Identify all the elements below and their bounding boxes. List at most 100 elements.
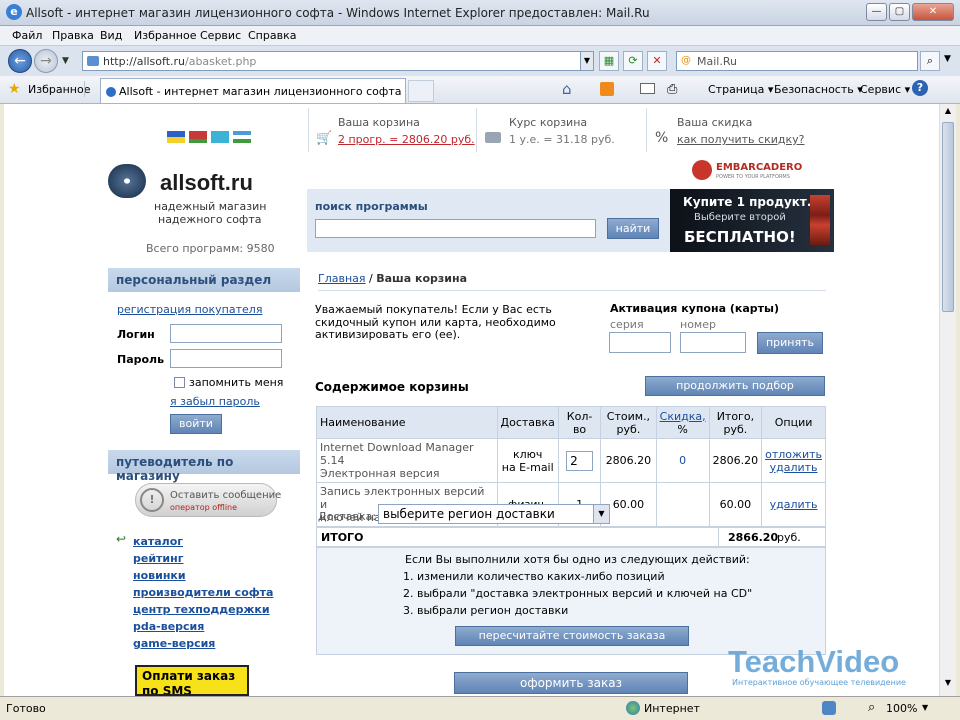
login-button[interactable]: войти — [170, 414, 222, 434]
breadcrumb-separator: / — [369, 272, 373, 285]
print-icon[interactable]: ⎙ — [667, 82, 677, 97]
notice-item-1: 1. изменили количество каких-либо позици… — [403, 570, 665, 583]
menu-help[interactable]: Справка — [248, 29, 296, 42]
refresh-icon[interactable]: ⟳ — [623, 51, 643, 71]
disc-logo-icon — [108, 164, 146, 198]
mail-icon[interactable] — [640, 83, 655, 94]
nav-support[interactable]: центр техподдержки — [133, 603, 270, 616]
browser-tab[interactable]: Allsoft - интернет магазин лицензионного… — [100, 78, 406, 103]
history-dropdown-icon[interactable]: ▼ — [62, 56, 69, 66]
embarcadero-name: EMBARCADERO — [716, 162, 803, 173]
col-qty: Кол-во — [557, 406, 602, 439]
remember-label: запомнить меня — [189, 376, 284, 389]
page-menu[interactable]: Страница ▾ — [708, 83, 773, 96]
stop-icon[interactable]: ✕ — [647, 51, 667, 71]
col-delivery: Доставка — [496, 406, 559, 439]
recalculate-button[interactable]: пересчитайте стоимость заказа — [455, 626, 689, 646]
flag-uz-icon[interactable] — [233, 131, 251, 143]
scroll-up-icon[interactable]: ▲ — [941, 106, 955, 120]
menu-view[interactable]: Вид — [100, 29, 122, 42]
zoom-icon[interactable]: ⌕ — [868, 700, 875, 715]
col-total: Итого, руб. — [708, 406, 763, 439]
sms-payment-banner[interactable]: Оплати заказ по SMS — [135, 665, 249, 696]
promo-banner[interactable]: Купите 1 продукт.. Выберите второй БЕСПЛ… — [670, 189, 834, 252]
favorites-button[interactable]: Избранное — [28, 83, 90, 96]
embarcadero-logo[interactable]: EMBARCADERO POWER TO YOUR PLATFORMS — [692, 160, 822, 182]
scroll-down-icon[interactable]: ▼ — [941, 678, 955, 692]
leave-message-button[interactable]: ! Оставить сообщение оператор offline — [135, 483, 281, 517]
register-link[interactable]: регистрация покупателя — [117, 303, 262, 316]
flag-kz-icon[interactable] — [211, 131, 229, 143]
nav-vendors[interactable]: производители софта — [133, 586, 273, 599]
remove-link[interactable]: удалить — [770, 498, 818, 511]
search-options-icon[interactable]: ▼ — [944, 54, 951, 64]
site-logo[interactable]: allsoft.ru — [108, 158, 288, 198]
nav-new[interactable]: новинки — [133, 569, 186, 582]
new-tab-button[interactable] — [408, 80, 434, 102]
security-menu[interactable]: Безопасность ▾ — [774, 83, 863, 96]
continue-shopping-button[interactable]: продолжить подбор — [645, 376, 825, 396]
add-favorite-icon[interactable] — [84, 81, 96, 97]
breadcrumb-home[interactable]: Главная — [318, 272, 366, 285]
scroll-thumb[interactable] — [942, 122, 954, 312]
menu-tools[interactable]: Сервис — [200, 29, 241, 42]
nav-game[interactable]: game-версия — [133, 637, 215, 650]
search-title: поиск программы — [315, 200, 428, 213]
coupon-number-input[interactable] — [680, 332, 746, 353]
flag-ua-icon[interactable] — [167, 131, 185, 143]
vertical-scrollbar[interactable]: ▲ ▼ — [939, 104, 956, 696]
cart-summary-link[interactable]: 2 прогр. = 2806.20 руб. — [338, 133, 475, 146]
forward-button[interactable]: → — [34, 49, 58, 73]
title-bar: e Allsoft - интернет магазин лицензионно… — [0, 0, 960, 26]
embarcadero-sub: POWER TO YOUR PLATFORMS — [716, 174, 790, 180]
flag-by-icon[interactable] — [189, 131, 207, 143]
url-dropdown-icon[interactable]: ▼ — [580, 51, 594, 71]
notice-item-2: 2. выбрали "доставка электронных версий … — [403, 587, 753, 600]
menu-favorites[interactable]: Избранное — [134, 29, 196, 42]
maximize-button[interactable]: ▢ — [889, 3, 910, 21]
coupon-series-label: серия — [610, 318, 644, 331]
forgot-password-link[interactable]: я забыл пароль — [170, 395, 260, 408]
program-count: Всего программ: 9580 — [146, 242, 275, 255]
quantity-input[interactable]: 2 — [566, 450, 594, 471]
postpone-link[interactable]: отложить — [765, 448, 822, 461]
find-button[interactable]: найти — [607, 218, 659, 239]
feeds-icon[interactable] — [600, 82, 614, 96]
discount-header-link[interactable]: Скидка, — [660, 410, 706, 423]
coupon-series-input[interactable] — [609, 332, 671, 353]
checkout-button[interactable]: оформить заказ — [454, 672, 688, 694]
delivery-region-select[interactable]: выберите регион доставки ▼ — [378, 504, 610, 524]
program-search-input[interactable] — [315, 219, 596, 238]
tools-menu[interactable]: Сервис ▾ — [860, 83, 910, 96]
total-row: ИТОГО 2866.20 руб. — [316, 527, 826, 547]
discount-title: Ваша скидка — [677, 116, 753, 129]
help-icon[interactable]: ? — [912, 80, 928, 96]
zoom-dropdown-icon[interactable]: ▼ — [922, 703, 928, 712]
search-input[interactable]: @ Mail.Ru — [676, 51, 918, 71]
remember-checkbox[interactable] — [174, 377, 185, 388]
password-input[interactable] — [170, 349, 282, 368]
search-go-icon[interactable]: ⌕ — [920, 51, 940, 71]
menu-edit[interactable]: Правка — [52, 29, 94, 42]
rate-icon — [485, 132, 501, 143]
menu-file[interactable]: Файл — [12, 29, 42, 42]
discount-link[interactable]: как получить скидку? — [677, 133, 804, 146]
accept-coupon-button[interactable]: принять — [757, 332, 823, 354]
nav-rating[interactable]: рейтинг — [133, 552, 183, 565]
coupon-number-label: номер — [680, 318, 716, 331]
login-input[interactable] — [170, 324, 282, 343]
remove-link[interactable]: удалить — [770, 461, 818, 474]
compat-icon[interactable]: ▦ — [599, 51, 619, 71]
home-icon[interactable]: ⌂ — [562, 80, 572, 98]
star-icon[interactable]: ★ — [8, 81, 21, 97]
close-button[interactable]: ✕ — [912, 3, 954, 21]
url-input[interactable]: http://allsoft.ru/abasket.php — [82, 51, 594, 71]
back-button[interactable]: ← — [8, 49, 32, 73]
cart-header-row: Наименование Доставка Кол-во Стоим., руб… — [316, 406, 826, 439]
item-total: 60.00 — [708, 482, 763, 527]
minimize-button[interactable]: — — [866, 3, 887, 21]
nav-pda[interactable]: pda-версия — [133, 620, 204, 633]
item-name-line-2: Электронная версия — [320, 467, 440, 480]
zoom-level[interactable]: 100% — [886, 702, 917, 715]
nav-catalog[interactable]: каталог — [133, 535, 183, 548]
